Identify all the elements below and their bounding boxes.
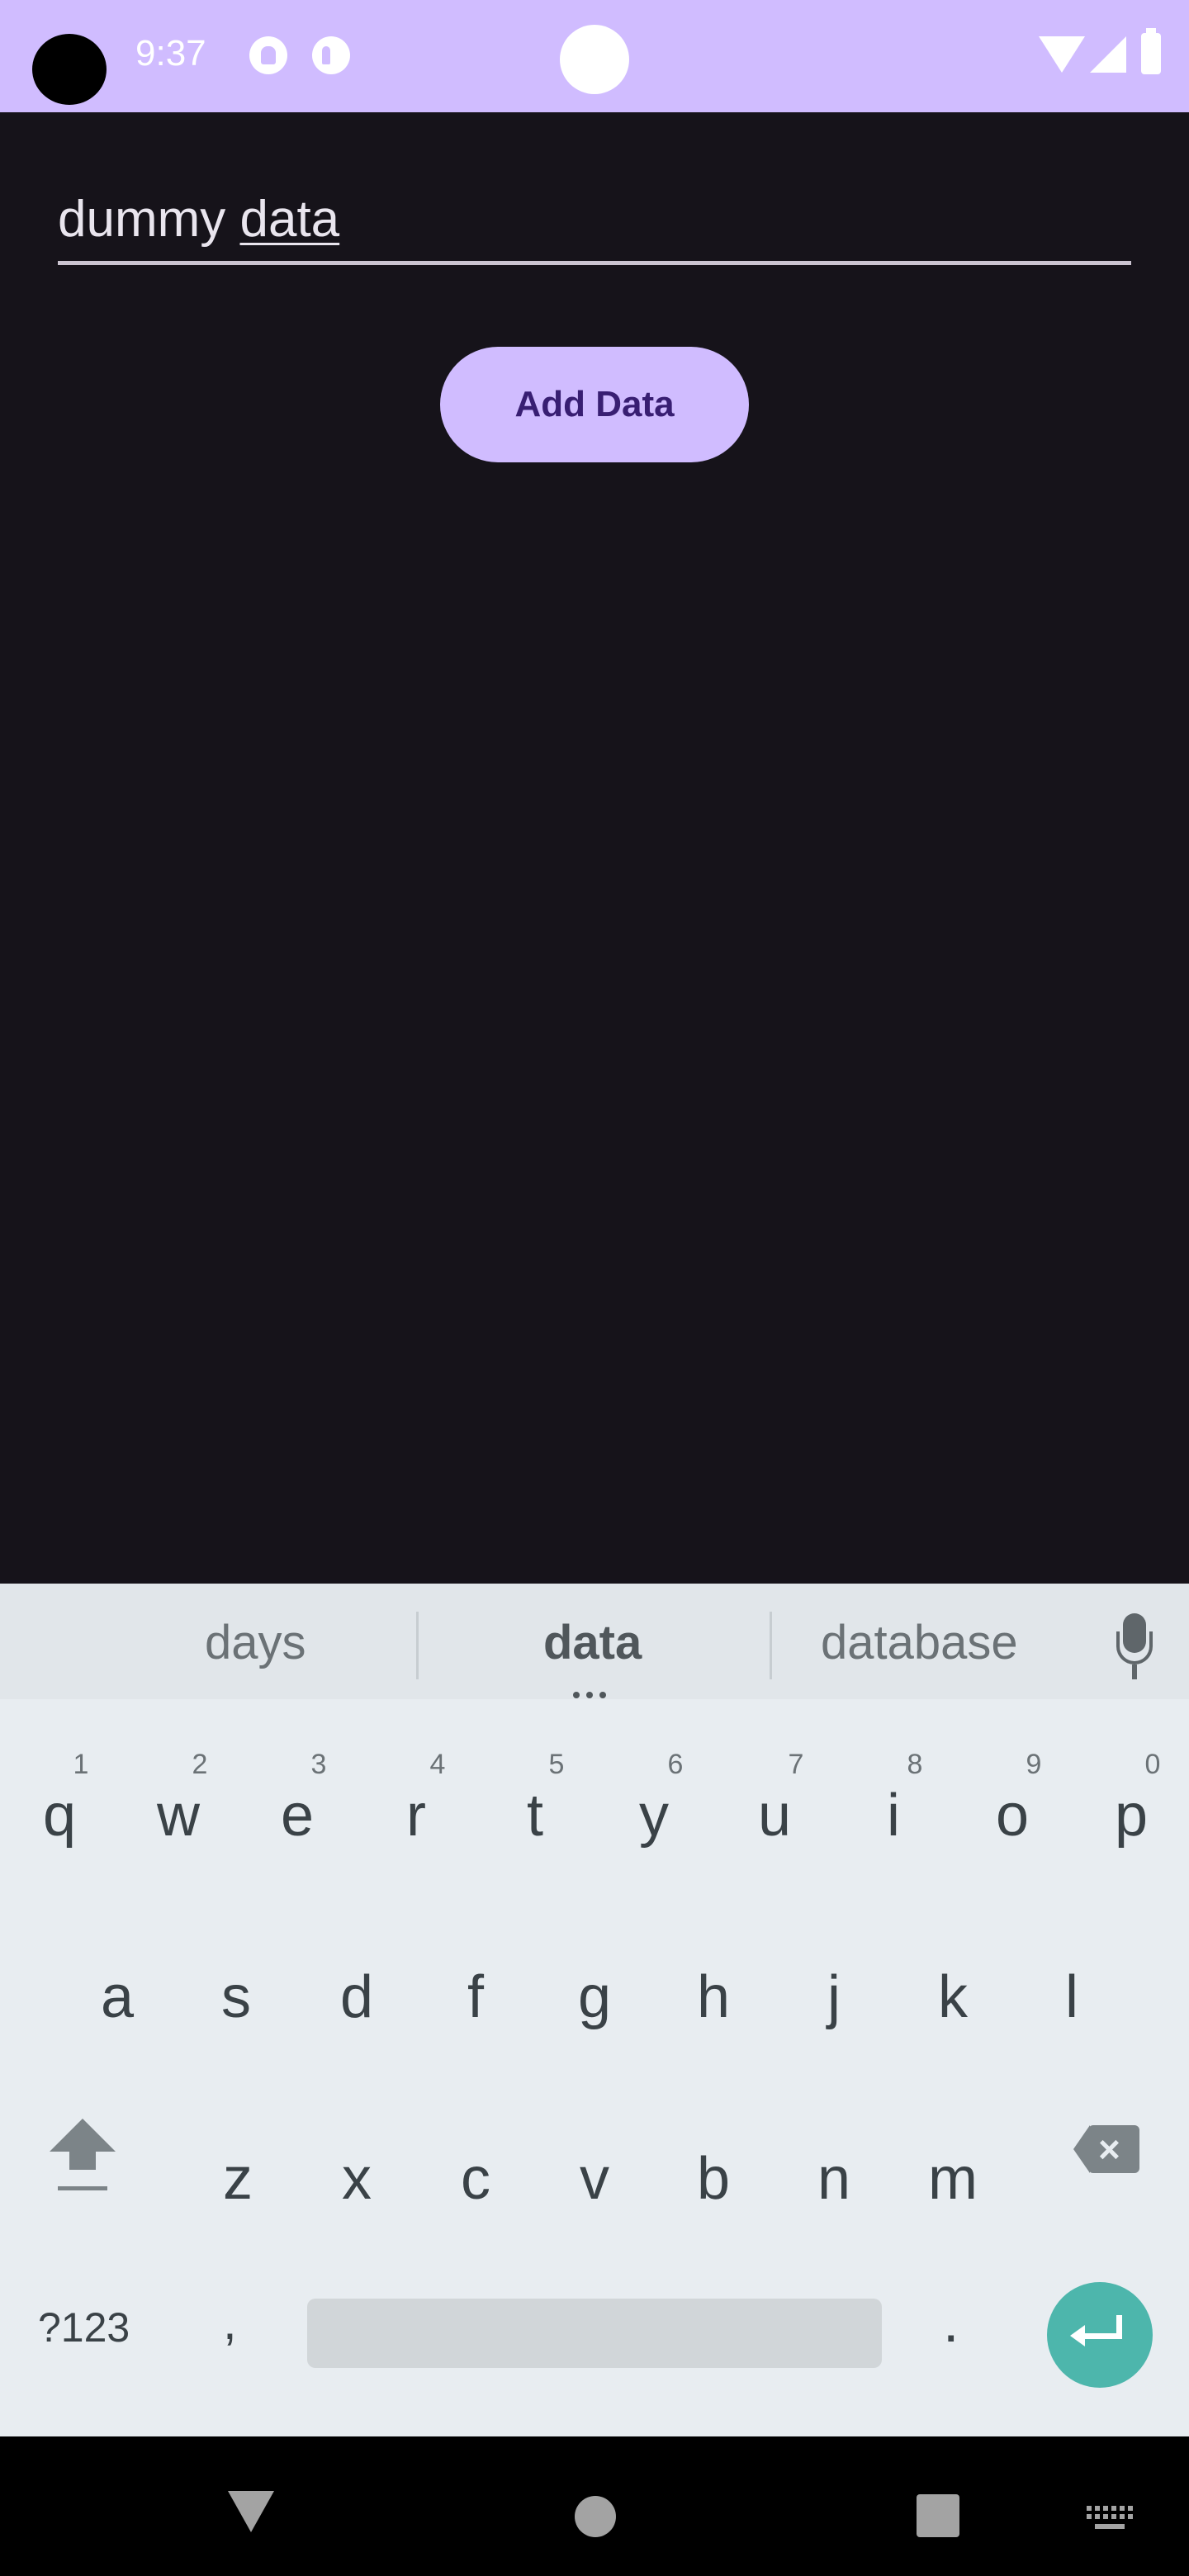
recents-icon[interactable] (917, 2494, 959, 2537)
key-j[interactable]: j (793, 1963, 875, 2031)
key-b[interactable]: b (672, 2145, 755, 2213)
key-hint-8: 8 (907, 1749, 923, 1780)
key-r[interactable]: r (375, 1782, 457, 1849)
suggestion-divider (416, 1612, 419, 1679)
key-o[interactable]: o (971, 1782, 1054, 1849)
key-m[interactable]: m (912, 2145, 994, 2213)
suggestion-strip: days data database (0, 1584, 1189, 1699)
key-t[interactable]: t (494, 1782, 576, 1849)
key-hint-6: 6 (667, 1749, 684, 1780)
key-v[interactable]: v (553, 2145, 636, 2213)
key-s[interactable]: s (195, 1963, 277, 2031)
notification-icon (249, 36, 287, 74)
backspace-key[interactable]: × (1073, 2125, 1139, 2173)
key-hint-1: 1 (73, 1749, 89, 1780)
key-x[interactable]: x (315, 2145, 398, 2213)
status-time: 9:37 (135, 33, 206, 73)
soft-keyboard: days data database × ?123 , . q1w2e3r4t5… (0, 1584, 1189, 2436)
key-c[interactable]: c (434, 2145, 517, 2213)
key-u[interactable]: u (733, 1782, 816, 1849)
key-hint-4: 4 (429, 1749, 446, 1780)
more-suggestions-dots (573, 1688, 616, 1698)
key-g[interactable]: g (553, 1963, 636, 2031)
signal-icon (1090, 36, 1126, 73)
camera-cutout (32, 34, 107, 105)
text-field-value: dummy data (58, 191, 340, 248)
text-field-underline (58, 261, 1131, 265)
add-data-button[interactable]: Add Data (440, 347, 749, 462)
key-hint-3: 3 (310, 1749, 327, 1780)
keyboard-switch-icon[interactable] (1087, 2506, 1133, 2531)
key-n[interactable]: n (793, 2145, 875, 2213)
back-icon[interactable] (228, 2491, 274, 2532)
key-hint-7: 7 (788, 1749, 804, 1780)
composing-word: data (239, 191, 340, 248)
key-w[interactable]: w (137, 1782, 220, 1849)
key-p[interactable]: p (1090, 1782, 1172, 1849)
key-d[interactable]: d (315, 1963, 398, 2031)
key-a[interactable]: a (76, 1963, 159, 2031)
key-f[interactable]: f (434, 1963, 517, 2031)
battery-icon (1141, 28, 1161, 74)
comma-key[interactable]: , (223, 2294, 237, 2351)
key-hint-2: 2 (192, 1749, 208, 1780)
data-text-field[interactable]: dummy data (58, 190, 1131, 266)
enter-arrow-icon (1070, 2325, 1085, 2346)
app-icon (312, 36, 350, 74)
key-hint-0: 0 (1144, 1749, 1161, 1780)
key-h[interactable]: h (672, 1963, 755, 2031)
key-hint-9: 9 (1026, 1749, 1042, 1780)
app-content: dummy data Add Data (0, 112, 1189, 1584)
suggestion-left[interactable]: days (205, 1615, 306, 1670)
key-k[interactable]: k (912, 1963, 994, 2031)
key-i[interactable]: i (852, 1782, 935, 1849)
symbols-key[interactable]: ?123 (38, 2304, 130, 2351)
wifi-icon (1039, 36, 1085, 73)
status-bar: 9:37 (0, 0, 1189, 112)
key-y[interactable]: y (613, 1782, 695, 1849)
home-icon[interactable] (575, 2496, 616, 2537)
microphone-icon[interactable] (1116, 1613, 1153, 1679)
suggestion-divider (770, 1612, 772, 1679)
period-key[interactable]: . (943, 2289, 959, 2355)
space-bar[interactable] (307, 2299, 882, 2368)
suggestion-center[interactable]: data (543, 1615, 642, 1670)
key-q[interactable]: q (18, 1782, 101, 1849)
status-indicator-dot (560, 25, 629, 94)
suggestion-right[interactable]: database (821, 1615, 1018, 1670)
backspace-x-icon: × (1098, 2128, 1120, 2171)
shift-key[interactable] (50, 2119, 116, 2193)
key-l[interactable]: l (1030, 1963, 1113, 2031)
shift-arrow-icon (50, 2119, 116, 2152)
key-z[interactable]: z (197, 2145, 279, 2213)
navigation-bar (0, 2436, 1189, 2576)
key-hint-5: 5 (548, 1749, 565, 1780)
key-e[interactable]: e (256, 1782, 339, 1849)
enter-key[interactable] (1047, 2282, 1153, 2388)
